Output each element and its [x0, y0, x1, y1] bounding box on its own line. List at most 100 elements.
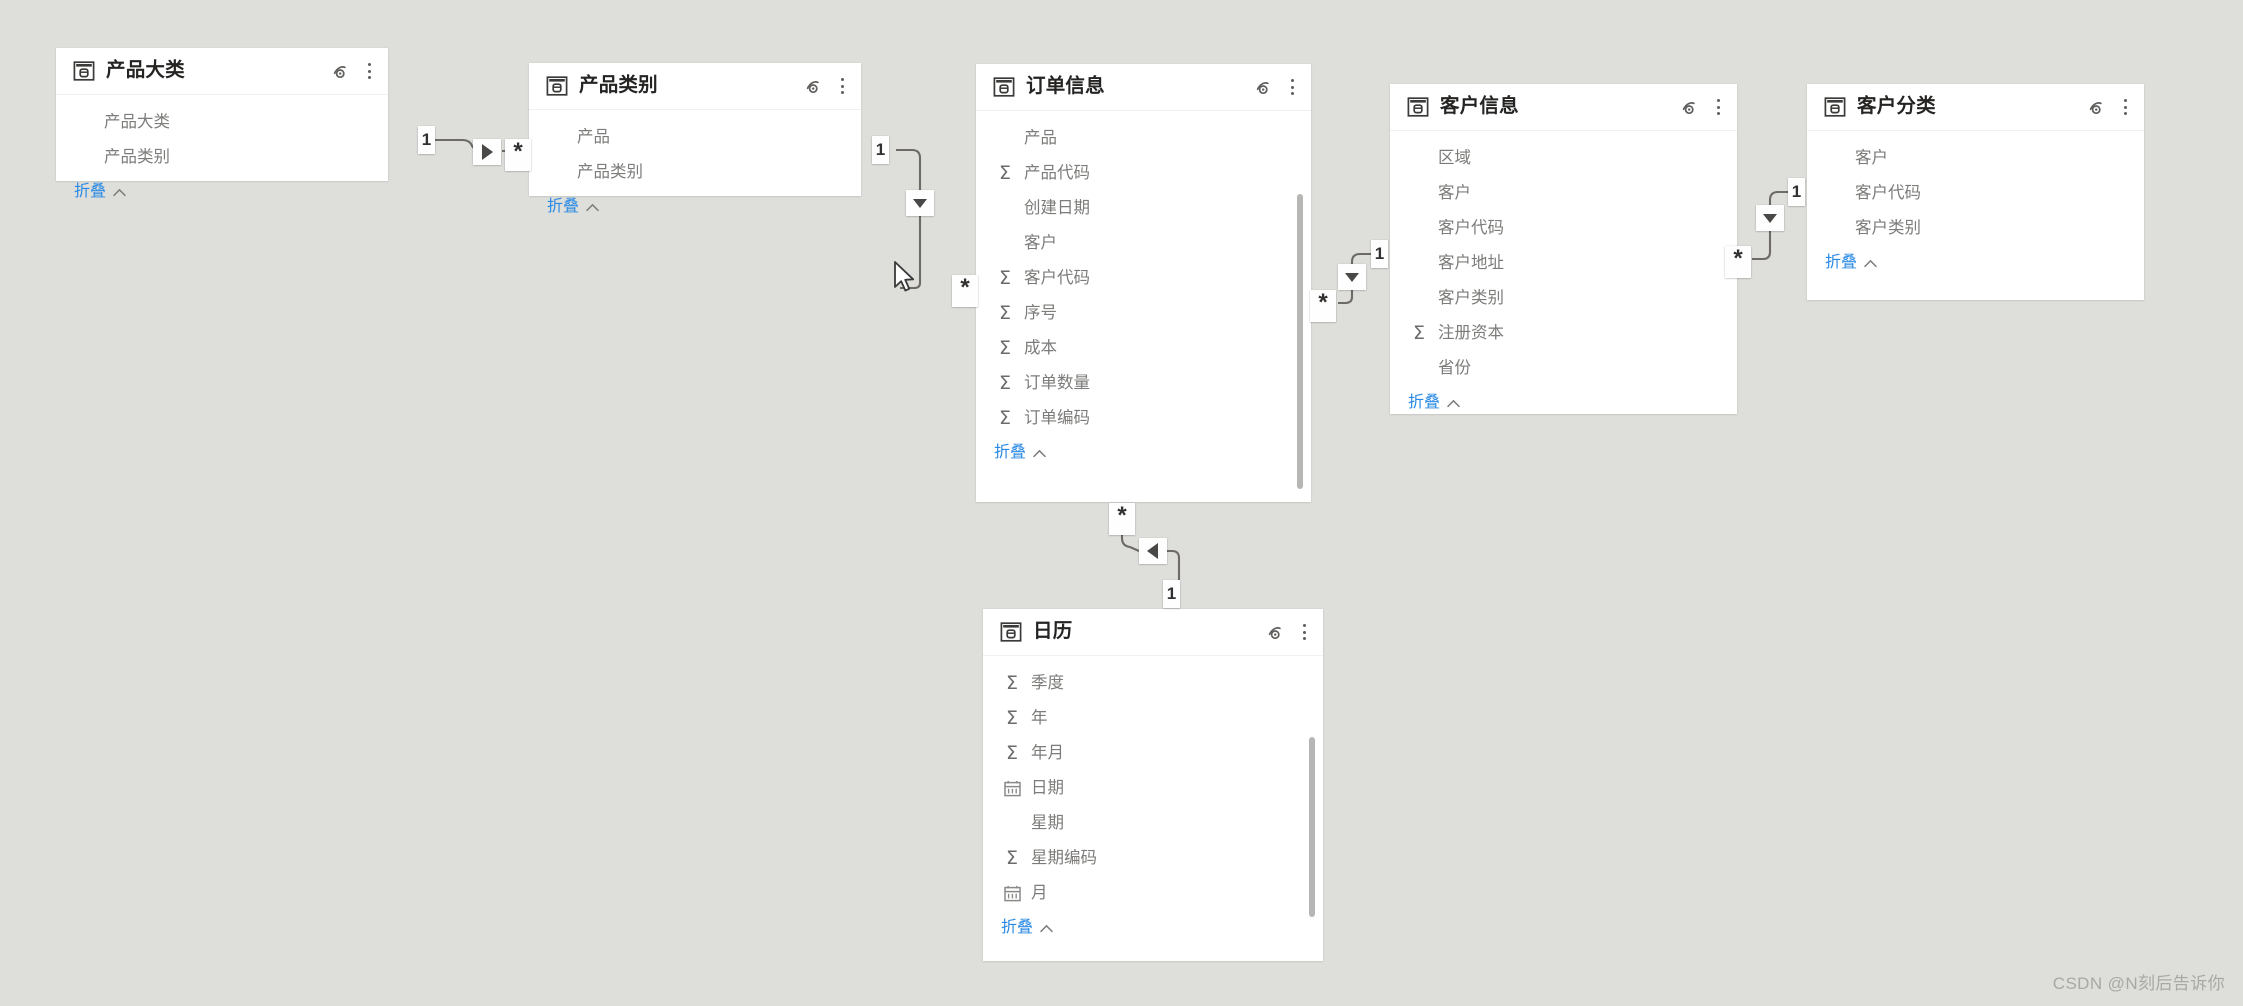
eye-icon[interactable] [331, 59, 355, 83]
field-row[interactable]: Σ 产品代码 [976, 156, 1311, 191]
field-row[interactable]: 产品 [976, 121, 1311, 156]
collapse-link-product-category-major[interactable]: 折叠 [56, 175, 388, 213]
cardinality-badge-one[interactable]: 1 [1163, 580, 1180, 608]
field-row[interactable]: Σ 年月 [983, 736, 1323, 771]
more-options-icon[interactable] [1285, 76, 1299, 98]
table-header-product-category-major[interactable]: 产品大类 [56, 48, 388, 95]
collapse-link-customer-class[interactable]: 折叠 [1807, 246, 2144, 284]
field-row[interactable]: 星期 [983, 806, 1323, 841]
filter-direction-down-icon[interactable] [906, 190, 934, 216]
field-row[interactable]: 客户地址 [1390, 246, 1737, 281]
filter-direction-right-icon[interactable] [473, 139, 501, 165]
field-row[interactable]: 客户 [976, 226, 1311, 261]
table-icon [1407, 97, 1429, 117]
more-options-icon[interactable] [2118, 96, 2132, 118]
cardinality-badge-one[interactable]: 1 [1371, 240, 1388, 268]
field-row[interactable]: 客户 [1390, 176, 1737, 211]
filter-direction-down-icon[interactable] [1756, 205, 1784, 231]
cardinality-badge-many[interactable]: * [1310, 290, 1336, 322]
table-card-customer-info[interactable]: 客户信息 区域 客户 客户代码 客户地址 客户类别 Σ 注册资本 省份 折叠 [1390, 84, 1737, 414]
field-row[interactable]: 客户代码 [1390, 211, 1737, 246]
more-options-icon[interactable] [362, 60, 376, 82]
table-header-customer-info[interactable]: 客户信息 [1390, 84, 1737, 131]
more-options-icon[interactable] [1297, 621, 1311, 643]
field-row[interactable]: 客户类别 [1390, 281, 1737, 316]
filter-direction-down-icon[interactable] [1338, 264, 1366, 290]
field-row[interactable]: 区域 [1390, 141, 1737, 176]
collapse-link-order-info[interactable]: 折叠 [976, 436, 1311, 474]
field-row[interactable]: 客户 [1807, 141, 2144, 176]
cardinality-badge-one[interactable]: 1 [418, 126, 435, 154]
chevron-up-icon[interactable] [1447, 399, 1460, 408]
field-row[interactable]: Σ 订单数量 [976, 366, 1311, 401]
table-card-order-info[interactable]: 订单信息产品 Σ 产品代码 创建日期 客户 Σ 客户代码 Σ 序号 Σ 成本 Σ 订单数量 Σ 订单编码 折叠 [976, 64, 1311, 502]
field-row[interactable]: Σ 序号 [976, 296, 1311, 331]
table-header-product-category[interactable]: 产品类别 [529, 63, 861, 110]
chevron-up-icon[interactable] [1033, 449, 1046, 458]
collapse-link-calendar[interactable]: 折叠 [983, 911, 1323, 949]
table-card-product-category[interactable]: 产品类别 产品 产品类别 折叠 [529, 63, 861, 215]
field-row[interactable]: 客户类别 [1807, 211, 2144, 246]
table-header-order-info[interactable]: 订单信息 [976, 64, 1311, 111]
field-row[interactable]: 月 [983, 876, 1323, 911]
eye-icon[interactable] [1254, 75, 1278, 99]
more-options-icon[interactable] [835, 75, 849, 97]
field-row[interactable]: 产品大类 [56, 105, 388, 140]
chevron-up-icon[interactable] [586, 203, 599, 212]
table-card-customer-class[interactable]: 客户分类客户 客户代码 客户类别 折叠 [1807, 84, 2144, 300]
field-row[interactable]: Σ 星期编码 [983, 841, 1323, 876]
eye-icon[interactable] [804, 74, 828, 98]
eye-icon[interactable] [1680, 95, 1704, 119]
field-row[interactable]: 产品类别 [56, 140, 388, 175]
field-row[interactable]: 省份 [1390, 351, 1737, 386]
field-row[interactable]: 产品类别 [529, 155, 861, 190]
field-row[interactable]: Σ 注册资本 [1390, 316, 1737, 351]
field-row[interactable]: 产品 [529, 120, 861, 155]
table-card-product-category-major[interactable]: 产品大类 产品大类 产品类别 折叠 [56, 48, 388, 200]
more-options-icon[interactable] [1711, 96, 1725, 118]
table-header-actions [331, 59, 376, 83]
cardinality-badge-one[interactable]: 1 [872, 136, 889, 164]
sigma-icon: Σ [1005, 847, 1018, 869]
cardinality-badge-many[interactable]: * [1725, 246, 1751, 278]
table-header-customer-class[interactable]: 客户分类 [1807, 84, 2144, 131]
field-row[interactable]: 客户代码 [1807, 176, 2144, 211]
table-icon [546, 76, 568, 96]
field-row[interactable]: Σ 订单编码 [976, 401, 1311, 436]
eye-icon[interactable] [1266, 620, 1290, 644]
field-name: 年月 [1031, 744, 1064, 763]
field-row[interactable]: Σ 成本 [976, 331, 1311, 366]
cardinality-badge-many[interactable]: * [952, 275, 978, 307]
table-title: 客户分类 [1857, 95, 1936, 118]
collapse-label: 折叠 [547, 198, 580, 215]
table-header-calendar[interactable]: 日历 [983, 609, 1323, 656]
filter-direction-left-icon[interactable] [1139, 538, 1167, 564]
field-name: 产品类别 [104, 148, 170, 167]
cardinality-badge-many[interactable]: * [1109, 503, 1135, 535]
collapse-link-customer-info[interactable]: 折叠 [1390, 386, 1737, 424]
table-icon [73, 61, 95, 81]
table-title: 产品大类 [106, 59, 185, 82]
eye-icon[interactable] [2087, 95, 2111, 119]
table-title: 订单信息 [1026, 75, 1105, 98]
vertical-scrollbar[interactable] [1297, 194, 1303, 489]
chevron-up-icon[interactable] [113, 188, 126, 197]
collapse-link-product-category[interactable]: 折叠 [529, 190, 861, 228]
table-header-actions [2087, 95, 2132, 119]
vertical-scrollbar[interactable] [1309, 737, 1315, 917]
cardinality-badge-one[interactable]: 1 [1788, 178, 1805, 206]
table-icon [1000, 622, 1022, 642]
chevron-up-icon[interactable] [1040, 924, 1053, 933]
field-row[interactable]: Σ 客户代码 [976, 261, 1311, 296]
field-row[interactable]: 创建日期 [976, 191, 1311, 226]
field-row[interactable]: 日期 [983, 771, 1323, 806]
model-diagram-canvas[interactable]: 产品大类 产品大类 产品类别 折叠 产品类别 产品 产品类别 折叠 订单信息 产品 Σ 产品代码 创建日… [0, 0, 2243, 1006]
field-row[interactable]: Σ 季度 [983, 666, 1323, 701]
cardinality-badge-many[interactable]: * [505, 139, 531, 171]
chevron-up-icon[interactable] [1864, 259, 1877, 268]
field-name: 客户代码 [1438, 219, 1504, 238]
table-card-calendar[interactable]: 日历 Σ 季度 Σ 年 Σ 年月 日期 星期 Σ 星期编码月折叠 [983, 609, 1323, 961]
field-list-order-info: 产品 Σ 产品代码 创建日期 客户 Σ 客户代码 Σ 序号 Σ 成本 Σ 订单数量 Σ 订单编码 [976, 111, 1311, 436]
field-name: 季度 [1031, 674, 1064, 693]
field-row[interactable]: Σ年 [983, 701, 1323, 736]
